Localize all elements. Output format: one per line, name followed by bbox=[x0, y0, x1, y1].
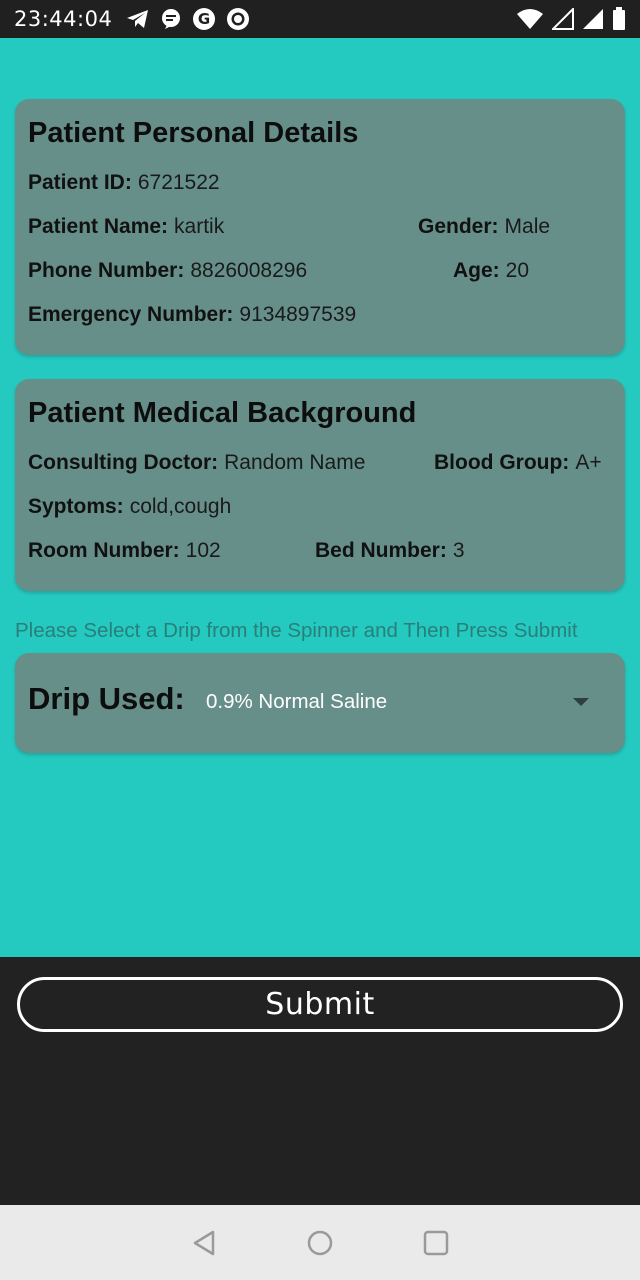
status-time: 23:44:04 bbox=[14, 7, 113, 31]
dropdown-arrow-icon[interactable] bbox=[572, 697, 590, 707]
emergency-number-field: Emergency Number: 9134897539 bbox=[28, 303, 356, 327]
navigation-bar bbox=[0, 1205, 640, 1280]
gender-label: Gender: bbox=[418, 215, 499, 238]
drip-card: Drip Used: 0.9% Normal Saline bbox=[15, 653, 625, 753]
consulting-doctor-field: Consulting Doctor: Random Name bbox=[28, 451, 365, 475]
battery-icon bbox=[612, 7, 626, 31]
record-icon bbox=[226, 7, 250, 31]
drip-spinner[interactable]: 0.9% Normal Saline bbox=[205, 679, 615, 725]
bed-number-field: Bed Number: 3 bbox=[315, 539, 465, 563]
bottom-panel: Submit bbox=[0, 957, 640, 1205]
home-icon[interactable] bbox=[307, 1230, 333, 1256]
blood-group-value: A+ bbox=[575, 451, 602, 474]
room-number-value: 102 bbox=[185, 539, 221, 562]
status-bar: 23:44:04 G bbox=[0, 0, 640, 38]
chat-icon bbox=[160, 8, 182, 30]
gender-value: Male bbox=[504, 215, 551, 238]
back-icon[interactable] bbox=[191, 1230, 217, 1256]
symptoms-label: Syptoms: bbox=[28, 495, 124, 518]
phone-number-value: 8826008296 bbox=[190, 259, 308, 282]
blood-group-field: Blood Group: A+ bbox=[434, 451, 602, 475]
personal-details-card: Patient Personal Details Patient ID: 6721… bbox=[15, 99, 625, 355]
main-content: Patient Personal Details Patient ID: 6721… bbox=[0, 38, 640, 957]
recents-icon[interactable] bbox=[423, 1230, 449, 1256]
drip-used-label: Drip Used: bbox=[28, 681, 185, 716]
patient-id-field: Patient ID: 6721522 bbox=[28, 171, 220, 195]
submit-button[interactable]: Submit bbox=[17, 977, 623, 1032]
medical-background-title: Patient Medical Background bbox=[28, 397, 417, 429]
patient-id-value: 6721522 bbox=[137, 171, 220, 194]
personal-details-title: Patient Personal Details bbox=[28, 117, 359, 149]
patient-id-label: Patient ID: bbox=[28, 171, 132, 194]
drip-hint-text: Please Select a Drip from the Spinner an… bbox=[15, 619, 578, 642]
phone-number-field: Phone Number: 8826008296 bbox=[28, 259, 307, 283]
telegram-icon bbox=[126, 8, 150, 30]
room-number-label: Room Number: bbox=[28, 539, 180, 562]
patient-name-value: kartik bbox=[174, 215, 225, 238]
age-value: 20 bbox=[505, 259, 530, 282]
consulting-doctor-label: Consulting Doctor: bbox=[28, 451, 219, 474]
emergency-number-value: 9134897539 bbox=[239, 303, 357, 326]
age-field: Age: 20 bbox=[453, 259, 529, 283]
svg-text:G: G bbox=[198, 10, 210, 28]
patient-name-field: Patient Name: kartik bbox=[28, 215, 224, 239]
phone-number-label: Phone Number: bbox=[28, 259, 185, 282]
medical-background-card: Patient Medical Background Consulting Do… bbox=[15, 379, 625, 591]
google-icon: G bbox=[192, 7, 216, 31]
consulting-doctor-value: Random Name bbox=[224, 451, 366, 474]
blood-group-label: Blood Group: bbox=[434, 451, 570, 474]
room-number-field: Room Number: 102 bbox=[28, 539, 221, 563]
bed-number-value: 3 bbox=[452, 539, 465, 562]
system-icons bbox=[516, 7, 626, 31]
emergency-number-label: Emergency Number: bbox=[28, 303, 234, 326]
patient-name-label: Patient Name: bbox=[28, 215, 169, 238]
bed-number-label: Bed Number: bbox=[315, 539, 447, 562]
drip-selected-value: 0.9% Normal Saline bbox=[206, 690, 388, 713]
notification-icons: G bbox=[126, 7, 250, 31]
age-label: Age: bbox=[453, 259, 500, 282]
signal-full-icon bbox=[582, 8, 604, 30]
signal-empty-icon bbox=[552, 8, 574, 30]
wifi-icon bbox=[516, 8, 544, 30]
gender-field: Gender: Male bbox=[418, 215, 550, 239]
symptoms-value: cold,cough bbox=[129, 495, 232, 518]
symptoms-field: Syptoms: cold,cough bbox=[28, 495, 231, 519]
